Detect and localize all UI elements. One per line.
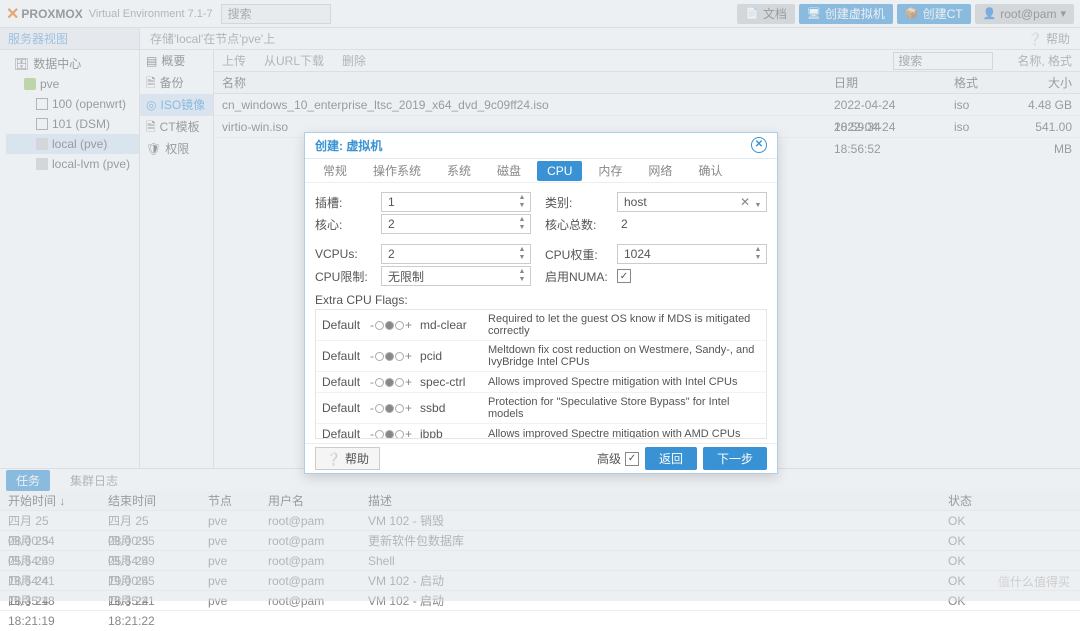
close-icon[interactable]: ✕ — [751, 137, 767, 153]
modal-title: 创建: 虚拟机 — [315, 133, 382, 158]
wizard-tab-6[interactable]: 网络 — [638, 159, 682, 182]
flag-tristate[interactable]: - + — [370, 375, 412, 389]
wizard-tab-4[interactable]: CPU — [537, 161, 582, 181]
cpu-flag-row: Default- +ibpbAllows improved Spectre mi… — [316, 424, 766, 439]
back-button[interactable]: 返回 — [645, 447, 697, 470]
wizard-tab-5[interactable]: 内存 — [588, 159, 632, 182]
vcpus-input[interactable]: 2▲▼ — [381, 244, 531, 264]
cpu-weight-input[interactable]: 1024▲▼ — [617, 244, 767, 264]
clear-icon: ✕ — [740, 195, 750, 209]
sockets-input[interactable]: 1▲▼ — [381, 192, 531, 212]
create-vm-wizard: 创建: 虚拟机✕ 常规操作系统系统磁盘CPU内存网络确认 插槽:1▲▼ 核心:2… — [304, 132, 778, 474]
modal-help-button[interactable]: ❔ 帮助 — [315, 447, 380, 470]
flag-tristate[interactable]: - + — [370, 318, 412, 332]
total-cores: 2 — [617, 217, 628, 231]
numa-checkbox[interactable]: ✓ — [617, 269, 631, 283]
cpu-flag-row: Default- +spec-ctrlAllows improved Spect… — [316, 372, 766, 393]
next-button[interactable]: 下一步 — [703, 447, 767, 470]
cores-input[interactable]: 2▲▼ — [381, 214, 531, 234]
flags-label: Extra CPU Flags: — [315, 293, 767, 307]
wizard-tab-0[interactable]: 常规 — [313, 159, 357, 182]
cpu-flag-row: Default- +pcidMeltdown fix cost reductio… — [316, 341, 766, 372]
flag-tristate[interactable]: - + — [370, 427, 412, 439]
wizard-tab-1[interactable]: 操作系统 — [363, 159, 431, 182]
cpu-flag-row: Default- +ssbdProtection for "Speculativ… — [316, 393, 766, 424]
flag-tristate[interactable]: - + — [370, 401, 412, 415]
wizard-tab-3[interactable]: 磁盘 — [487, 159, 531, 182]
advanced-checkbox[interactable]: ✓ — [625, 452, 639, 466]
wizard-tab-7[interactable]: 确认 — [688, 159, 732, 182]
flag-tristate[interactable]: - + — [370, 349, 412, 363]
cpu-flag-row: Default- +md-clearRequired to let the gu… — [316, 310, 766, 341]
cpu-type-select[interactable]: host✕▼ — [617, 192, 767, 212]
cpu-flags-list: Default- +md-clearRequired to let the gu… — [315, 309, 767, 439]
wizard-tab-2[interactable]: 系统 — [437, 159, 481, 182]
cpu-limit-input[interactable]: 无限制▲▼ — [381, 266, 531, 286]
